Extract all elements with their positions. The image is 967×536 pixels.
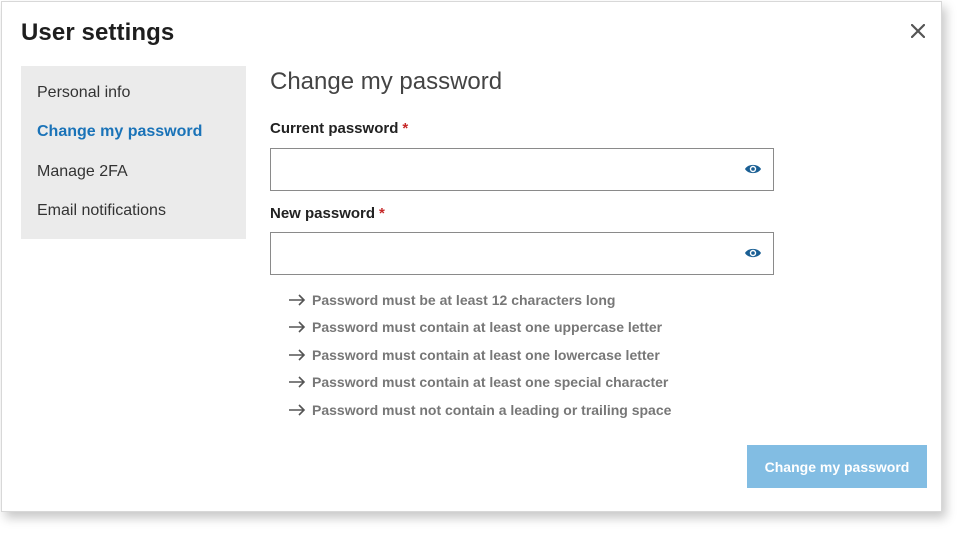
password-rule: Password must contain at least one upper… xyxy=(288,318,662,336)
arrow-right-icon xyxy=(289,294,306,306)
close-icon xyxy=(911,24,925,38)
new-password-label-text: New password xyxy=(270,205,376,222)
arrow-right-icon xyxy=(289,404,306,416)
password-rule-text: Password must contain at least one speci… xyxy=(312,374,669,390)
settings-sidebar: Personal info Change my password Manage … xyxy=(21,66,246,239)
password-rule: Password must contain at least one lower… xyxy=(288,346,660,364)
password-rule: Password must not contain a leading or t… xyxy=(288,401,671,419)
user-settings-dialog: User settings Personal info Change my pa… xyxy=(1,1,942,512)
password-rule-text: Password must contain at least one lower… xyxy=(312,347,660,363)
password-rule: Password must contain at least one speci… xyxy=(288,373,668,391)
arrow-right-icon xyxy=(289,349,306,361)
password-rule: Password must be at least 12 characters … xyxy=(288,291,615,309)
sidebar-item-email-notifications[interactable]: Email notifications xyxy=(37,202,166,220)
password-rule-text: Password must not contain a leading or t… xyxy=(312,402,672,418)
dialog-title: User settings xyxy=(21,19,175,46)
current-password-label: Current password * xyxy=(270,120,408,137)
current-password-field xyxy=(270,148,774,191)
password-rule-text: Password must be at least 12 characters … xyxy=(312,292,616,308)
current-password-label-text: Current password xyxy=(270,120,399,137)
sidebar-item-change-password[interactable]: Change my password xyxy=(37,123,202,141)
new-password-field xyxy=(270,232,774,275)
eye-icon[interactable] xyxy=(744,246,762,260)
required-marker: * xyxy=(402,120,409,137)
sidebar-item-personal-info[interactable]: Personal info xyxy=(37,84,130,102)
new-password-label: New password * xyxy=(270,205,385,222)
close-button[interactable] xyxy=(906,19,930,43)
current-password-input[interactable] xyxy=(271,149,731,190)
required-marker: * xyxy=(379,205,385,222)
change-password-button[interactable]: Change my password xyxy=(747,445,927,488)
sidebar-item-manage-2fa[interactable]: Manage 2FA xyxy=(37,163,128,181)
new-password-input[interactable] xyxy=(271,233,731,274)
arrow-right-icon xyxy=(289,376,306,388)
section-title: Change my password xyxy=(270,68,503,95)
eye-icon[interactable] xyxy=(744,162,762,176)
password-rule-text: Password must contain at least one upper… xyxy=(312,319,663,335)
arrow-right-icon xyxy=(289,321,306,333)
